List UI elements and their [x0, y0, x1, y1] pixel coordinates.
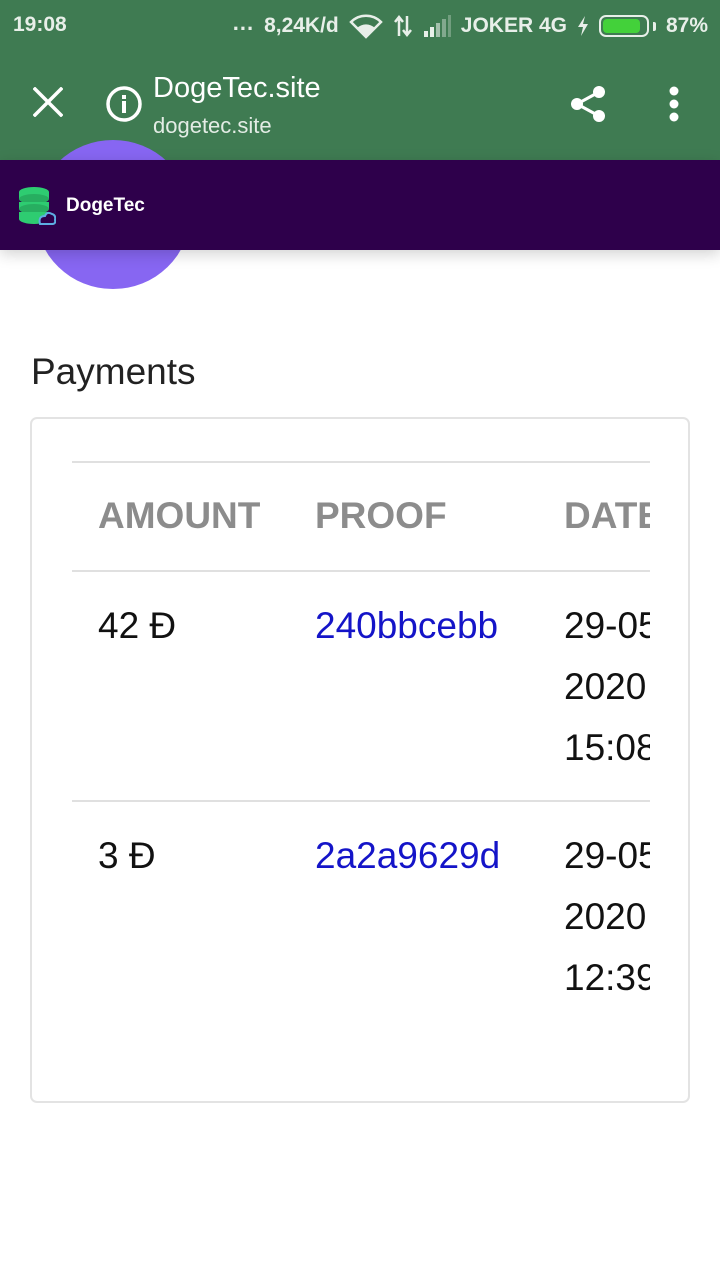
row-1-date-line: 2020 — [564, 666, 647, 707]
info-icon — [106, 86, 142, 122]
column-header-amount: AMOUNT — [98, 495, 261, 536]
browser-chrome: 19:08 ... 8,24K/d JOKER 4G 87% DogeTec.s… — [0, 0, 720, 160]
row-2-amount: 3 Đ — [98, 835, 156, 876]
status-bar: 19:08 ... 8,24K/d JOKER 4G 87% — [0, 0, 720, 50]
signal-icon — [423, 15, 451, 37]
column-header-proof: PROOF — [315, 495, 447, 536]
page-url: dogetec.site — [153, 113, 272, 138]
brand-name: DogeTec — [66, 195, 145, 216]
table-divider — [72, 570, 650, 572]
table-divider — [72, 461, 650, 463]
close-button[interactable] — [24, 78, 72, 126]
row-2-proof-link[interactable]: 2a2a9629d — [315, 825, 500, 886]
table-divider — [72, 800, 650, 802]
carrier-name: JOKER 4G — [460, 14, 567, 37]
row-1-proof-link[interactable]: 240bbcebb — [315, 595, 498, 656]
data-arrows-icon — [393, 14, 413, 38]
wifi-icon — [349, 13, 383, 39]
status-time: 19:08 — [13, 13, 67, 36]
share-button[interactable] — [566, 82, 610, 126]
notification-dots: ... — [232, 10, 255, 35]
more-options-button[interactable] — [654, 82, 694, 126]
network-speed: 8,24K/d — [264, 14, 339, 37]
row-1-amount: 42 Đ — [98, 605, 177, 646]
payments-table[interactable]: AMOUNT PROOF DATE 42 Đ 240bbcebb 29-05- … — [72, 461, 650, 1061]
row-2-date: 29-05- 2020 12:39 — [564, 825, 650, 1008]
database-cloud-icon — [19, 187, 56, 225]
close-icon — [33, 87, 63, 117]
status-icons: ... 8,24K/d JOKER 4G 87% — [232, 10, 708, 39]
row-1-date: 29-05- 2020 15:08 — [564, 595, 650, 778]
row-2-date-line: 29-05- — [564, 835, 650, 876]
battery-icon — [598, 15, 656, 37]
page-title: DogeTec.site — [153, 72, 321, 104]
battery-level — [602, 19, 640, 33]
section-title: Payments — [31, 351, 196, 392]
battery-percent: 87% — [665, 14, 708, 37]
row-1-date-line: 15:08 — [564, 727, 650, 768]
share-icon — [571, 86, 605, 122]
row-2-date-line: 12:39 — [564, 957, 650, 998]
payments-card: AMOUNT PROOF DATE 42 Đ 240bbcebb 29-05- … — [30, 417, 690, 1103]
brand-link[interactable]: DogeTec — [18, 186, 145, 226]
site-navbar: DogeTec — [0, 160, 720, 250]
more-vert-icon — [669, 86, 679, 122]
site-info-button[interactable] — [104, 84, 144, 124]
charging-icon — [577, 16, 589, 36]
row-2-date-line: 2020 — [564, 896, 647, 937]
row-1-date-line: 29-05- — [564, 605, 650, 646]
column-header-date: DATE — [564, 495, 650, 536]
